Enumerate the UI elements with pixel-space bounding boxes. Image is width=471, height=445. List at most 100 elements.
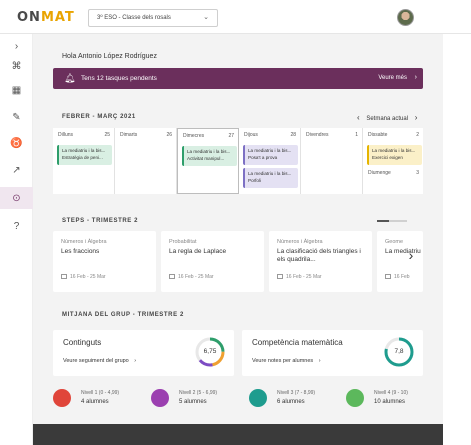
day-number: 26 [166,132,172,138]
sidebar-item-calendar[interactable]: ▦ [0,79,33,101]
day-name: Divendres [306,132,329,138]
help-icon: ? [13,220,20,232]
level-count: 4 alumnes [81,399,109,405]
level-count: 6 alumnes [277,399,305,405]
command-icon: ⌘ [11,60,22,72]
badge-icon: ♉ [10,137,23,149]
score-value: 6,75 [203,348,217,355]
pending-tasks-banner[interactable]: 🔔︎ Tens 12 tasques pendents Veure més › [53,68,423,89]
step-category: Probabilitat [169,239,197,245]
trend-icon: ↗ [12,164,21,176]
level-3-summary[interactable]: Nivell 3 (7 - 8,99) 6 alumnes [249,387,344,411]
greeting: Hola Antonio López Rodríguez [62,53,157,60]
step-category: Números i Àlgebra [277,239,323,245]
calendar-event[interactable]: La mediatriu i la bis... Activitat manip… [182,146,237,166]
steps-title: STEPS - TRIMESTRE 2 [62,218,139,224]
top-bar: ONMAT 3º ESO - Classe dels rosals ⌄ [0,0,471,34]
sidebar-item-commands[interactable]: ⌘ [0,55,33,77]
sidebar: › ⌘ ▦ ✎ ♉ ↗ ⊙ ? [0,34,33,445]
step-dates: 16 Feb - 25 Mar [277,274,322,280]
calendar-event[interactable]: La mediatriu i la bis... Posa't a prova [243,145,298,165]
calendar-icon [277,274,283,279]
day-name: Dissabte [368,132,388,138]
calendar-event[interactable]: La mediatriu i la bis... Porfoli [243,168,298,188]
main-content: Hola Antonio López Rodríguez 🔔︎ Tens 12 … [33,34,443,424]
class-selector[interactable]: 3º ESO - Classe dels rosals ⌄ [88,9,218,27]
group-average-title: MITJANA DEL GRUP - TRIMESTRE 2 [62,312,184,318]
monster-level-3-icon [249,389,267,407]
score-gauge: 6,75 [194,336,226,368]
sidebar-toggle[interactable]: › [0,35,33,57]
group-tracking-link[interactable]: Veure seguiment del grupo › [63,358,136,364]
step-category: Geome [385,239,404,245]
step-card[interactable]: Números i Àlgebra Les fraccions 16 Feb -… [53,231,156,292]
calendar-icon [169,274,175,279]
level-range: Nivell 3 (7 - 8,99) [277,390,316,396]
footer-bar [33,424,443,445]
day-number: 28 [290,132,296,138]
step-card[interactable]: Probabilitat La regla de Laplace 16 Feb … [161,231,264,292]
card-title: Continguts [63,338,102,347]
next-week-button[interactable]: › [415,113,418,122]
score-gauge: 7,8 [383,336,415,368]
event-line: La mediatriu i la bis... [62,148,106,153]
week-nav: ‹ Setmana actual › [357,113,417,122]
week-calendar: Dilluns 25 La mediatriu i la bis... Estr… [53,128,423,194]
level-count: 10 alumnes [374,399,406,405]
step-dates: 16 Feb - 25 Mar [61,274,106,280]
steps-next-button[interactable]: › [403,247,419,267]
level-range: Nivell 4 (9 - 10) [374,390,408,396]
step-date-range: 16 Feb - 25 Mar [70,274,106,280]
step-date-range: 16 Feb [394,274,410,280]
day-column: Divendres 1 [301,128,363,194]
calendar-event[interactable]: La mediatriu i la bis... Estratègia de p… [57,145,112,165]
step-card[interactable]: Números i Àlgebra La clasificació dels t… [269,231,372,292]
app-root: ONMAT 3º ESO - Classe dels rosals ⌄ › ⌘ … [0,0,471,445]
chevron-right-icon: › [318,358,321,364]
calendar-icon: ▦ [11,84,22,96]
event-line: Porfoli [248,178,262,183]
link-label: Veure notes per alumnes [252,358,314,364]
calendar-icon [61,274,67,279]
day-name: Dilluns [58,132,74,138]
app-logo[interactable]: ONMAT [17,10,75,25]
sidebar-item-overview[interactable]: ⊙ [0,187,33,209]
check-circle-icon: ⊙ [12,192,21,204]
calendar-event[interactable]: La mediatriu i la bis... Exercici exigen [367,145,422,165]
monster-level-4-icon [346,389,364,407]
event-line: La mediatriu i la bis... [187,149,231,154]
level-2-summary[interactable]: Nivell 2 (5 - 6,99) 5 alumnes [151,387,246,411]
monster-level-1-icon [53,389,71,407]
day-column-weekend: Dissabte 2 La mediatriu i la bis... Exer… [363,128,423,194]
day-column-today: Dimecres 27 La mediatriu i la bis... Act… [177,128,239,194]
day-column: Dilluns 25 La mediatriu i la bis... Estr… [53,128,115,194]
chevron-right-icon: › [414,74,417,81]
day-name: Dimarts [120,132,138,138]
level-4-summary[interactable]: Nivell 4 (9 - 10) 10 alumnes [346,387,438,411]
step-dates: 16 Feb - 25 Mar [169,274,214,280]
day-number: 1 [355,132,358,138]
day-number: 25 [104,132,110,138]
score-value: 7,8 [394,348,404,355]
student-grades-link[interactable]: Veure notes per alumnes › [252,358,321,364]
level-1-summary[interactable]: Nivell 1 (0 - 4,99) 4 alumnes [53,387,148,411]
step-date-range: 16 Feb - 25 Mar [178,274,214,280]
step-title: Les fraccions [61,248,100,255]
day-column: Dimarts 26 [115,128,177,194]
sidebar-item-badges[interactable]: ♉ [0,132,33,154]
step-category: Números i Àlgebra [61,239,107,245]
sidebar-item-help[interactable]: ? [0,215,33,237]
sidebar-item-edit[interactable]: ✎ [0,106,33,128]
event-line: La mediatriu i la bis... [248,148,292,153]
step-date-range: 16 Feb - 25 Mar [286,274,322,280]
prev-week-button[interactable]: ‹ [357,113,360,122]
event-line: La mediatriu i la bis... [248,171,292,176]
event-line: Estratègia de peni... [62,155,103,160]
see-more-link[interactable]: Veure més [378,75,407,81]
event-line: Exercici exigen [372,155,403,160]
day-name: Diumenge [368,170,391,176]
sidebar-item-progress[interactable]: ↗ [0,159,33,181]
chevron-down-icon: ⌄ [203,14,209,21]
current-week-label[interactable]: Setmana actual [366,116,408,122]
user-avatar[interactable] [397,9,414,26]
